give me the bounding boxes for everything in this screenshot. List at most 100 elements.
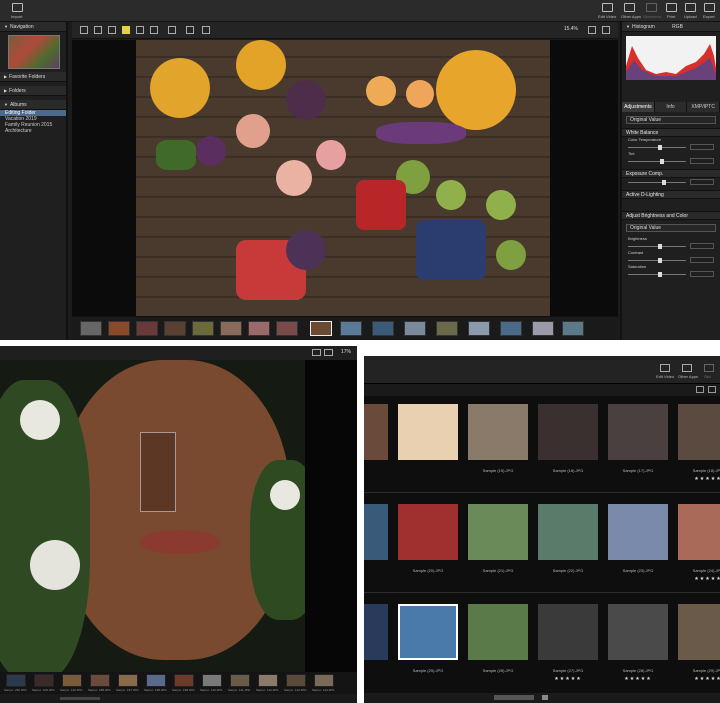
thumbnail-image[interactable] xyxy=(538,504,598,560)
grid-view-icon[interactable] xyxy=(542,695,548,700)
upload-icon[interactable] xyxy=(685,3,696,12)
filmstrip-thumb[interactable] xyxy=(118,674,138,687)
white-balance-header[interactable]: White Balance xyxy=(622,128,720,137)
image-viewer[interactable] xyxy=(72,40,618,316)
filmstrip-thumb[interactable] xyxy=(164,321,186,336)
thumbnail-image[interactable] xyxy=(398,604,458,660)
thumbnail-image[interactable] xyxy=(398,504,458,560)
zoom-icon[interactable] xyxy=(324,349,333,356)
folders-header[interactable]: ▶ Folders xyxy=(0,86,66,96)
filmstrip-thumb[interactable] xyxy=(248,321,270,336)
person-icon[interactable] xyxy=(108,26,116,34)
export-icon[interactable] xyxy=(704,3,715,12)
rating-stars[interactable]: ★★★★★ xyxy=(604,676,672,682)
rating-stars[interactable]: ★★★★★ xyxy=(674,576,720,582)
filmstrip-thumb[interactable] xyxy=(404,321,426,336)
thumbnail-image[interactable] xyxy=(608,404,668,460)
thumbnail-image[interactable] xyxy=(364,504,388,560)
filmstrip-thumb[interactable] xyxy=(258,674,278,687)
scrollbar[interactable] xyxy=(60,697,100,700)
filmstrip-thumb[interactable] xyxy=(108,321,130,336)
portrait-photo[interactable] xyxy=(0,360,305,672)
list-view-icon[interactable] xyxy=(94,26,102,34)
rotate-icon[interactable] xyxy=(186,26,194,34)
saturation-slider[interactable] xyxy=(628,270,714,278)
filmstrip-thumb[interactable] xyxy=(230,674,250,687)
rating-stars[interactable]: ★★★★★ xyxy=(674,476,720,482)
brightness-slider[interactable] xyxy=(628,242,714,250)
navigation-section-header[interactable]: ▼ Navigation xyxy=(0,22,66,32)
albums-header[interactable]: ▼ Albums xyxy=(0,100,66,110)
filmstrip-thumb[interactable] xyxy=(62,674,82,687)
search-icon[interactable] xyxy=(708,386,716,393)
slider-knob[interactable] xyxy=(658,272,662,277)
thumbnail-cell[interactable]: Sample (16).JPG xyxy=(534,396,602,488)
filmstrip-thumb[interactable] xyxy=(436,321,458,336)
view-size-slider[interactable] xyxy=(494,695,534,700)
adjust-brightness-header[interactable]: Adjust Brightness and Color xyxy=(622,211,720,220)
filmstrip-thumb-selected[interactable] xyxy=(310,321,332,336)
histogram-channel[interactable]: RGB xyxy=(672,24,683,30)
thumbnail-image[interactable] xyxy=(538,604,598,660)
full-screen-icon[interactable] xyxy=(168,26,176,34)
thumbnail-cell[interactable]: Sample (25).JPG xyxy=(394,596,462,688)
print-icon[interactable] xyxy=(666,3,677,12)
filmstrip-thumb[interactable] xyxy=(136,321,158,336)
album-item[interactable]: Architecture xyxy=(0,128,66,134)
thumbnail-image[interactable] xyxy=(468,504,528,560)
grid-view-icon[interactable] xyxy=(80,26,88,34)
zoom-in-icon[interactable] xyxy=(588,26,596,34)
value-box[interactable] xyxy=(690,158,714,164)
thumbnail-image[interactable] xyxy=(678,604,720,660)
focus-point-overlay[interactable] xyxy=(140,432,176,512)
thumbnail-image[interactable] xyxy=(468,404,528,460)
thumbnail-cell[interactable] xyxy=(394,396,462,488)
thumbnail-image[interactable] xyxy=(364,604,388,660)
thumbnail-image[interactable] xyxy=(678,504,720,560)
thumbnail-cell[interactable]: Sample (27).JPG ★★★★★ xyxy=(534,596,602,688)
thumbnail-cell[interactable]: Sample (29).JPG ★★★★★ xyxy=(674,596,720,688)
zoom-value[interactable]: 15.4% xyxy=(564,26,578,32)
exposure-slider[interactable] xyxy=(628,178,714,186)
active-d-lighting-header[interactable]: Active D-Lighting xyxy=(622,190,720,199)
slider-knob[interactable] xyxy=(658,244,662,249)
thumbnail-image[interactable] xyxy=(608,504,668,560)
filmstrip-thumb[interactable] xyxy=(468,321,490,336)
thumbnail-cell[interactable]: Sample (17).JPG xyxy=(604,396,672,488)
tab-xmp-iptc[interactable]: XMP/IPTC xyxy=(687,102,720,112)
thumbnail-image[interactable] xyxy=(678,404,720,460)
thumbnail-cell[interactable] xyxy=(364,496,392,588)
color-temperature-slider[interactable] xyxy=(628,143,714,151)
thumbnail-cell[interactable]: Sample (23).JPG xyxy=(604,496,672,588)
filmstrip-thumb[interactable] xyxy=(532,321,554,336)
filmstrip-thumb[interactable] xyxy=(314,674,334,687)
thumbnail-cell[interactable]: Sample (22).JPG xyxy=(534,496,602,588)
filmstrip-thumb[interactable] xyxy=(192,321,214,336)
thumbnail-cell[interactable]: Sample (21).JPG xyxy=(464,496,532,588)
edit-video-icon[interactable] xyxy=(602,3,613,12)
thumbnail-cell[interactable]: Sample (20).JPG xyxy=(394,496,462,588)
thumbnail-image[interactable] xyxy=(364,404,388,460)
filmstrip-thumb[interactable] xyxy=(500,321,522,336)
navigation-thumbnail[interactable] xyxy=(8,35,60,69)
filmstrip-thumb[interactable] xyxy=(202,674,222,687)
thumbnail-cell[interactable]: Sample (24).JPG ★★★★★ xyxy=(674,496,720,588)
thumbnail-cell[interactable]: Sample (26).JPG xyxy=(464,596,532,688)
preset-select[interactable]: Original Value xyxy=(626,116,716,124)
compare-2-icon[interactable] xyxy=(136,26,144,34)
tab-info[interactable]: Info xyxy=(654,102,688,112)
compare-4-icon[interactable] xyxy=(150,26,158,34)
other-apps-icon[interactable] xyxy=(682,364,692,372)
value-box[interactable] xyxy=(690,243,714,249)
filmstrip-thumb[interactable] xyxy=(220,321,242,336)
value-box[interactable] xyxy=(690,257,714,263)
import-icon[interactable] xyxy=(12,3,23,12)
tint-slider[interactable] xyxy=(628,157,714,165)
thumbnail-image[interactable] xyxy=(468,604,528,660)
rating-stars[interactable]: ★★★★★ xyxy=(534,676,602,682)
other-apps-icon[interactable] xyxy=(624,3,635,12)
thumbnail-image[interactable] xyxy=(398,404,458,460)
value-box[interactable] xyxy=(690,179,714,185)
thumbnail-cell[interactable] xyxy=(364,596,392,688)
filmstrip-thumb[interactable] xyxy=(174,674,194,687)
